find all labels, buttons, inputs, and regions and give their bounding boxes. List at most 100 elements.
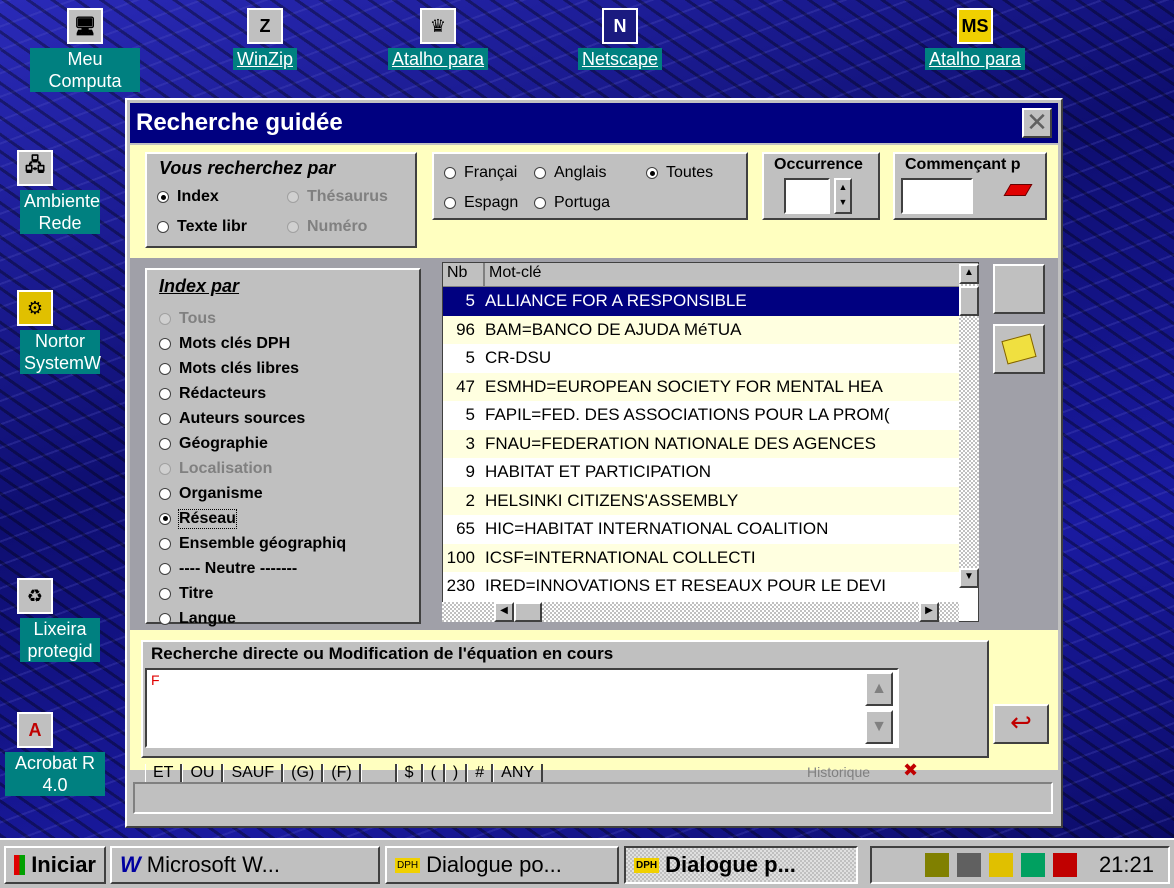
list-item[interactable]: 2 HELSINKI CITIZENS'ASSEMBLY	[443, 486, 978, 515]
equation-scroll-up[interactable]: ▲	[865, 672, 893, 706]
radio-dot	[159, 462, 171, 475]
language-group: Françai Anglais Toutes Espagn Portuga	[432, 152, 748, 220]
radio-index-g-ographie[interactable]: Géographie	[159, 431, 346, 456]
list-item[interactable]: 5 CR-DSU	[443, 344, 978, 373]
operator-button[interactable]: (	[422, 764, 445, 782]
list-item[interactable]: 5 FAPIL=FED. DES ASSOCIATIONS POUR LA PRO…	[443, 401, 978, 430]
list-item[interactable]: 47 ESMHD=EUROPEAN SOCIETY FOR MENTAL HEA	[443, 372, 978, 401]
search-by-title: Vous recherchez par	[159, 158, 336, 178]
radio-label: Langue	[179, 609, 236, 627]
desktop-icon-winzip[interactable]: Z WinZip	[210, 8, 320, 70]
operator-button[interactable]: ET	[145, 764, 183, 782]
update-tray-icon[interactable]	[1052, 853, 1077, 877]
start-button[interactable]: Iniciar	[4, 846, 106, 884]
radio-label: Auteurs sources	[179, 409, 306, 427]
list-item[interactable]: 3 FNAU=FEDERATION NATIONALE DES AGENCES	[443, 429, 978, 458]
antivirus-tray-icon[interactable]	[1020, 853, 1045, 877]
desktop-icon-recycle-bin[interactable]: ♻ Lixeira protegid	[0, 578, 100, 662]
radio-index-mots-cl-s-dph[interactable]: Mots clés DPH	[159, 331, 346, 356]
radio-francais[interactable]: Françai	[444, 164, 517, 182]
equation-title: Recherche directe ou Modification de l'é…	[151, 644, 614, 663]
operator-button[interactable]: #	[467, 764, 494, 782]
desktop-icon-netscape[interactable]: N Netscape	[565, 8, 675, 70]
network-tray-icon[interactable]	[956, 853, 981, 877]
radio-toutes[interactable]: Toutes	[646, 164, 713, 182]
radio-index-r-dacteurs[interactable]: Rédacteurs	[159, 381, 346, 406]
radio-index-ensemble-g-ographiq[interactable]: Ensemble géographiq	[159, 531, 346, 556]
taskbar-button-dialogue-1[interactable]: DPH Dialogue po...	[385, 846, 619, 884]
scroll-down-button[interactable]: ▼	[959, 568, 979, 588]
taskbar-button-dialogue-2[interactable]: DPH Dialogue p...	[624, 846, 858, 884]
list-horizontal-scrollbar[interactable]: ◀ ▶	[442, 602, 959, 622]
volume-icon[interactable]	[924, 853, 949, 877]
operator-button[interactable]	[360, 764, 397, 782]
title-bar[interactable]: Recherche guidée ✕	[130, 103, 1058, 143]
equation-input[interactable]: F	[145, 668, 899, 748]
column-header-keyword[interactable]: Mot-clé	[485, 263, 978, 286]
radio-texte-libre[interactable]: Texte libr	[157, 218, 247, 236]
scroll-right-button[interactable]: ▶	[919, 602, 939, 622]
operator-button[interactable]: )	[444, 764, 468, 782]
scroll-left-button[interactable]: ◀	[494, 602, 514, 622]
scroll-thumb[interactable]	[959, 286, 979, 316]
taskbar-button-word[interactable]: W Microsoft W...	[110, 846, 380, 884]
radio-index-titre[interactable]: Titre	[159, 581, 346, 606]
radio-index-mots-cl-s-libres[interactable]: Mots clés libres	[159, 356, 346, 381]
radio-index-langue[interactable]: Langue	[159, 606, 346, 631]
commencant-input[interactable]	[901, 178, 973, 214]
radio-index-auteurs-sources[interactable]: Auteurs sources	[159, 406, 346, 431]
clock: 21:21	[1098, 852, 1154, 877]
note-button[interactable]	[993, 324, 1045, 374]
netscape-icon: N	[602, 8, 638, 44]
radio-espagnol[interactable]: Espagn	[444, 194, 518, 212]
desktop-icon-my-computer[interactable]: 🖥 Meu Computa	[30, 8, 140, 92]
close-button[interactable]: ✕	[1022, 108, 1052, 138]
desktop-icon-label: Lixeira protegid	[20, 618, 100, 662]
list-item[interactable]: 96 BAM=BANCO DE AJUDA MéTUA	[443, 315, 978, 344]
radio-portugais[interactable]: Portuga	[534, 194, 610, 212]
scroll-up-button[interactable]: ▲	[959, 264, 979, 284]
desktop-icon-acrobat[interactable]: A Acrobat R 4.0	[0, 712, 105, 796]
norton-tray-icon[interactable]	[988, 853, 1013, 877]
list-item[interactable]: 100 ICSF=INTERNATIONAL COLLECTI	[443, 543, 978, 572]
recherche-guidee-dialog: Recherche guidée ✕ Vous recherchez par I…	[125, 98, 1063, 828]
radio-index-organisme[interactable]: Organisme	[159, 481, 346, 506]
list-item[interactable]: 5 ALLIANCE FOR A RESPONSIBLE	[443, 287, 978, 316]
desktop-icon-shortcut-ms[interactable]: MS Atalho para	[920, 8, 1030, 70]
occurrence-spinner[interactable]: ▲ ▼	[834, 178, 852, 214]
return-button[interactable]: ↩	[993, 704, 1049, 744]
radio-thesaurus: Thésaurus	[287, 188, 388, 206]
taskbar-button-label: Microsoft W...	[146, 852, 281, 877]
eraser-icon[interactable]	[1003, 184, 1033, 196]
windows-logo-icon	[14, 855, 26, 875]
radio-anglais[interactable]: Anglais	[534, 164, 606, 182]
desktop-icon-network[interactable]: 🖧 Ambiente Rede	[0, 150, 100, 234]
list-item[interactable]: 9 HABITAT ET PARTICIPATION	[443, 458, 978, 487]
desktop-icon-norton[interactable]: ⚙ Nortor SystemW	[0, 290, 101, 374]
list-item[interactable]: 230 IRED=INNOVATIONS ET RESEAUX POUR LE D…	[443, 572, 978, 601]
radio-label: Réseau	[178, 508, 237, 529]
scroll-thumb-horizontal[interactable]	[514, 602, 542, 622]
desktop-icon-label: Acrobat R 4.0	[5, 752, 105, 796]
keyword-list[interactable]: Nb Mot-clé 5 ALLIANCE FOR A RESPONSIBLE 96…	[442, 262, 979, 622]
operator-button[interactable]: SAUF	[223, 764, 284, 782]
operator-button[interactable]: ANY	[493, 764, 544, 782]
operator-button[interactable]: $	[396, 764, 423, 782]
radio-index[interactable]: Index	[157, 188, 219, 206]
delete-button[interactable]: ✖	[903, 760, 918, 781]
historique-button[interactable]: Historique	[807, 764, 870, 780]
equation-scroll-down[interactable]: ▼	[865, 710, 893, 744]
occurrence-input[interactable]	[784, 178, 830, 214]
radio-index-r-seau[interactable]: Réseau	[159, 506, 346, 531]
list-vertical-scrollbar[interactable]: ▲ ▼	[959, 264, 979, 588]
operator-button[interactable]: OU	[182, 764, 224, 782]
radio-dot	[444, 167, 456, 179]
blank-action-button[interactable]	[993, 264, 1045, 314]
column-header-nb[interactable]: Nb	[443, 263, 485, 286]
list-item[interactable]: 65 HIC=HABITAT INTERNATIONAL COALITION	[443, 515, 978, 544]
operator-button[interactable]: (G)	[283, 764, 324, 782]
list-item-count: 5	[465, 291, 475, 311]
operator-button[interactable]: (F)	[323, 764, 361, 782]
radio-index-neutre[interactable]: ---- Neutre -------	[159, 556, 346, 581]
desktop-icon-shortcut-chess[interactable]: ♛ Atalho para	[383, 8, 493, 70]
